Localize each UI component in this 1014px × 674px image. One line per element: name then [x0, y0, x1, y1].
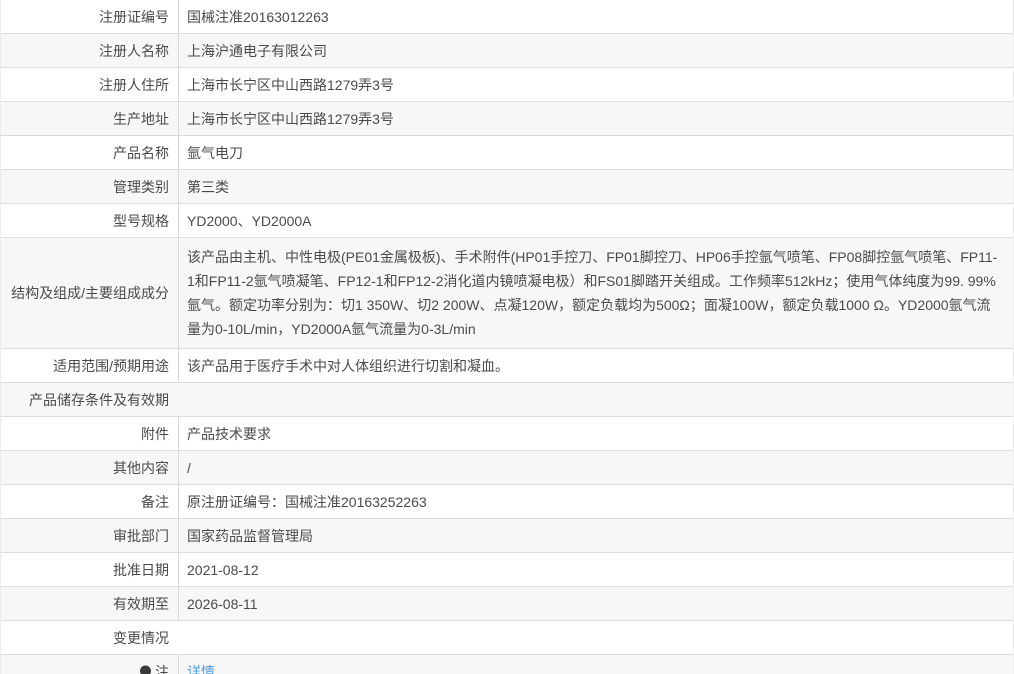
table-row: 适用范围/预期用途该产品用于医疗手术中对人体组织进行切割和凝血。 — [1, 349, 1013, 383]
table-row: 审批部门国家药品监督管理局 — [1, 519, 1013, 553]
row-value: 产品技术要求 — [178, 417, 1013, 450]
row-label: 适用范围/预期用途 — [1, 349, 178, 382]
row-label-text: 批准日期 — [113, 560, 169, 580]
row-value — [178, 383, 1013, 416]
row-label: 备注 — [1, 485, 178, 518]
row-label: 有效期至 — [1, 587, 178, 620]
table-row: 其他内容 / — [1, 451, 1013, 485]
table-row: 注册证编号国械注准20163012263 — [1, 0, 1013, 34]
row-value: 2021-08-12 — [178, 553, 1013, 586]
row-value: 2026-08-11 — [178, 587, 1013, 620]
row-label: 结构及组成/主要组成成分 — [1, 238, 178, 348]
row-label: 附件 — [1, 417, 178, 450]
row-label: 注册人名称 — [1, 34, 178, 67]
table-row: 注册人名称上海沪通电子有限公司 — [1, 34, 1013, 68]
row-label-text: 结构及组成/主要组成成分 — [11, 283, 169, 303]
table-row: 变更情况 — [1, 621, 1013, 655]
row-value: 该产品由主机、中性电极(PE01金属极板)、手术附件(HP01手控刀、FP01脚… — [178, 238, 1013, 348]
table-row: 附件产品技术要求 — [1, 417, 1013, 451]
row-label-text: 其他内容 — [113, 458, 169, 478]
row-label: 注 — [1, 655, 178, 674]
row-label: 审批部门 — [1, 519, 178, 552]
registration-table: 注册证编号国械注准20163012263注册人名称上海沪通电子有限公司注册人住所… — [0, 0, 1014, 674]
row-label: 产品储存条件及有效期 — [1, 383, 178, 416]
table-row: 生产地址上海市长宁区中山西路1279弄3号 — [1, 102, 1013, 136]
note-balloon-icon — [139, 665, 152, 674]
row-label-text: 变更情况 — [113, 628, 169, 648]
detail-link[interactable]: 详情 — [187, 662, 215, 674]
row-label: 型号规格 — [1, 204, 178, 237]
row-value: 原注册证编号：国械注准20163252263 — [178, 485, 1013, 518]
table-row: 注册人住所上海市长宁区中山西路1279弄3号 — [1, 68, 1013, 102]
row-value: 国械注准20163012263 — [178, 0, 1013, 33]
table-row: 批准日期 2021-08-12 — [1, 553, 1013, 587]
row-label: 其他内容 — [1, 451, 178, 484]
row-label-text: 产品储存条件及有效期 — [29, 390, 169, 410]
row-value: 上海市长宁区中山西路1279弄3号 — [178, 102, 1013, 135]
row-value: / — [178, 451, 1013, 484]
row-label: 管理类别 — [1, 170, 178, 203]
row-label-text: 注册人名称 — [99, 41, 169, 61]
row-value: 上海市长宁区中山西路1279弄3号 — [178, 68, 1013, 101]
table-row: 型号规格 YD2000、YD2000A — [1, 204, 1013, 238]
row-value: 上海沪通电子有限公司 — [178, 34, 1013, 67]
row-label-text: 产品名称 — [113, 143, 169, 163]
row-value: 详情 — [178, 655, 1013, 674]
row-label: 生产地址 — [1, 102, 178, 135]
row-label-text: 注 — [155, 662, 169, 674]
row-value: 国家药品监督管理局 — [178, 519, 1013, 552]
row-label-text: 生产地址 — [113, 109, 169, 129]
table-row: 产品名称氩气电刀 — [1, 136, 1013, 170]
table-row: 备注原注册证编号：国械注准20163252263 — [1, 485, 1013, 519]
row-label-text: 附件 — [141, 424, 169, 444]
row-value — [178, 621, 1013, 654]
row-value: 第三类 — [178, 170, 1013, 203]
row-label-text: 型号规格 — [113, 211, 169, 231]
row-label-text: 注册人住所 — [99, 75, 169, 95]
table-row: 注 详情 — [1, 655, 1013, 674]
row-label-text: 有效期至 — [113, 594, 169, 614]
table-row: 结构及组成/主要组成成分该产品由主机、中性电极(PE01金属极板)、手术附件(H… — [1, 238, 1013, 349]
row-label-text: 审批部门 — [113, 526, 169, 546]
row-label: 注册人住所 — [1, 68, 178, 101]
table-row: 有效期至 2026-08-11 — [1, 587, 1013, 621]
row-label: 批准日期 — [1, 553, 178, 586]
row-value: 氩气电刀 — [178, 136, 1013, 169]
row-label-text: 管理类别 — [113, 177, 169, 197]
row-label: 注册证编号 — [1, 0, 178, 33]
row-label-text: 注册证编号 — [99, 7, 169, 27]
row-value: YD2000、YD2000A — [178, 204, 1013, 237]
table-row: 管理类别第三类 — [1, 170, 1013, 204]
row-label-text: 适用范围/预期用途 — [53, 356, 169, 376]
table-row: 产品储存条件及有效期 — [1, 383, 1013, 417]
row-label: 产品名称 — [1, 136, 178, 169]
row-value: 该产品用于医疗手术中对人体组织进行切割和凝血。 — [178, 349, 1013, 382]
row-label: 变更情况 — [1, 621, 178, 654]
row-label-text: 备注 — [141, 492, 169, 512]
